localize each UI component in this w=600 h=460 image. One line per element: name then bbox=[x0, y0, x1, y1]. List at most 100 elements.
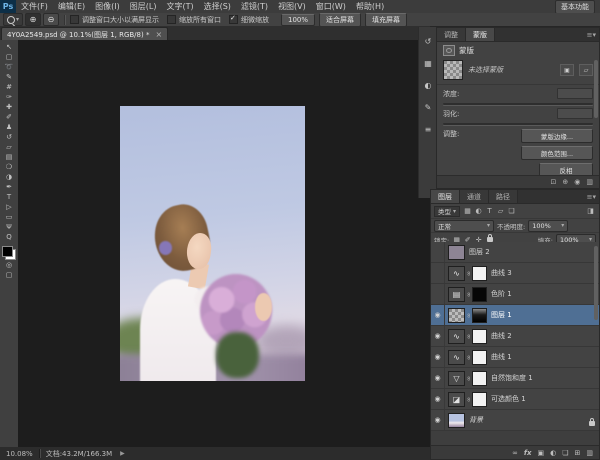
blur-tool[interactable]: ❍ bbox=[1, 162, 17, 172]
layer-thumbnail[interactable]: ▤ bbox=[448, 287, 465, 302]
layer-mask-thumbnail[interactable] bbox=[472, 329, 487, 344]
mask-link-icon[interactable]: ∞ bbox=[465, 333, 472, 340]
close-icon[interactable]: × bbox=[155, 30, 162, 39]
menu-item[interactable]: 窗口(W) bbox=[311, 1, 351, 12]
layer-visibility-toggle[interactable]: ◉ bbox=[431, 410, 445, 430]
layer-row[interactable]: ∿∞曲线 3 bbox=[431, 263, 599, 284]
mask-link-icon[interactable]: ∞ bbox=[465, 354, 472, 361]
shape-tool[interactable]: ▭ bbox=[1, 212, 17, 222]
layer-visibility-toggle[interactable] bbox=[431, 263, 445, 283]
dodge-tool[interactable]: ◑ bbox=[1, 172, 17, 182]
eyedropper-tool[interactable]: ✑ bbox=[1, 92, 17, 102]
path-selection-tool[interactable]: ▷ bbox=[1, 202, 17, 212]
layer-row[interactable]: ◉背景 bbox=[431, 410, 599, 431]
crop-tool[interactable]: # bbox=[1, 82, 17, 92]
gradient-tool[interactable]: ▤ bbox=[1, 152, 17, 162]
clone-stamp-tool[interactable]: ♟ bbox=[1, 122, 17, 132]
layer-visibility-toggle[interactable]: ◉ bbox=[431, 347, 445, 367]
tab-paths[interactable]: 路径 bbox=[489, 190, 518, 203]
scrollbar[interactable] bbox=[594, 246, 598, 320]
filter-smart-object-icon[interactable]: ❏ bbox=[506, 206, 517, 216]
tab-adjustments[interactable]: 调整 bbox=[437, 28, 466, 41]
density-value[interactable] bbox=[557, 88, 593, 99]
layer-row[interactable]: ◉∿∞曲线 2 bbox=[431, 326, 599, 347]
foreground-color-swatch[interactable] bbox=[2, 246, 13, 257]
layer-thumbnail[interactable] bbox=[448, 413, 465, 428]
menu-item[interactable]: 选择(S) bbox=[199, 1, 236, 12]
menu-item[interactable]: 图像(I) bbox=[90, 1, 125, 12]
add-pixel-mask-icon[interactable]: ▣ bbox=[560, 64, 574, 76]
layer-row[interactable]: ▤∞色阶 1 bbox=[431, 284, 599, 305]
zoom-all-windows-checkbox-box[interactable] bbox=[167, 15, 176, 24]
history-panel-icon[interactable]: ↺ bbox=[422, 36, 434, 46]
zoom-out-mode-button[interactable]: ⊖ bbox=[43, 13, 59, 26]
tab-channels[interactable]: 通道 bbox=[460, 190, 489, 203]
layer-thumbnail[interactable] bbox=[448, 308, 465, 323]
mask-link-icon[interactable]: ∞ bbox=[465, 291, 472, 298]
menu-item[interactable]: 视图(V) bbox=[273, 1, 311, 12]
mask-thumbnail[interactable] bbox=[443, 60, 463, 80]
marquee-tool[interactable]: ▢ bbox=[1, 52, 17, 62]
layer-visibility-toggle[interactable]: ◉ bbox=[431, 305, 445, 325]
add-layer-style-icon[interactable]: fx bbox=[524, 449, 532, 457]
swatches-panel-icon[interactable]: ▦ bbox=[422, 58, 434, 68]
canvas-area[interactable] bbox=[18, 40, 430, 447]
panel-menu-icon[interactable]: ≡▾ bbox=[587, 190, 599, 203]
hand-tool[interactable]: Ψ bbox=[1, 222, 17, 232]
layer-mask-thumbnail[interactable] bbox=[472, 266, 487, 281]
quick-selection-tool[interactable]: ✎ bbox=[1, 72, 17, 82]
eraser-tool[interactable]: ▱ bbox=[1, 142, 17, 152]
layer-visibility-toggle[interactable] bbox=[431, 242, 445, 262]
mask-edge-button[interactable]: 蒙版边缘... bbox=[521, 129, 593, 143]
new-layer-icon[interactable]: ⊞ bbox=[575, 449, 581, 457]
menu-item[interactable]: 文件(F) bbox=[16, 1, 53, 12]
filter-shape-icon[interactable]: ▱ bbox=[495, 206, 506, 216]
brush-tool[interactable]: ✐ bbox=[1, 112, 17, 122]
filter-pixel-icon[interactable]: ▦ bbox=[462, 206, 473, 216]
link-layers-icon[interactable]: ∞ bbox=[512, 449, 518, 457]
layer-visibility-toggle[interactable]: ◉ bbox=[431, 389, 445, 409]
menu-item[interactable]: 滤镜(T) bbox=[236, 1, 273, 12]
status-menu-arrow[interactable]: ▶ bbox=[120, 450, 125, 457]
add-vector-mask-icon[interactable]: ▱ bbox=[579, 64, 593, 76]
menu-item[interactable]: 图层(L) bbox=[125, 1, 162, 12]
scrubby-zoom-checkbox-box[interactable] bbox=[229, 15, 238, 24]
scrollbar[interactable] bbox=[594, 60, 598, 118]
lasso-tool[interactable]: ➰ bbox=[1, 62, 17, 72]
photo-document[interactable] bbox=[120, 106, 305, 381]
styles-panel-icon[interactable]: ✎ bbox=[422, 102, 434, 112]
menu-item[interactable]: 帮助(H) bbox=[351, 1, 389, 12]
load-selection-icon[interactable]: ⊡ bbox=[551, 178, 557, 186]
move-tool[interactable]: ↖ bbox=[1, 42, 17, 52]
disable-mask-icon[interactable]: ◉ bbox=[574, 178, 580, 186]
layer-mask-thumbnail[interactable] bbox=[472, 371, 487, 386]
filter-type-icon[interactable]: T bbox=[484, 206, 495, 216]
layer-thumbnail[interactable]: ◪ bbox=[448, 392, 465, 407]
layer-mask-thumbnail[interactable] bbox=[472, 287, 487, 302]
layer-row[interactable]: ◉∿∞曲线 1 bbox=[431, 347, 599, 368]
actual-pixels-button[interactable]: 100% bbox=[281, 14, 315, 26]
mask-link-icon[interactable]: ∞ bbox=[465, 270, 472, 277]
mask-link-icon[interactable]: ∞ bbox=[465, 396, 472, 403]
filter-adjustment-icon[interactable]: ◐ bbox=[473, 206, 484, 216]
fit-screen-button[interactable]: 适合屏幕 bbox=[319, 13, 361, 27]
panel-menu-icon[interactable]: ≡▾ bbox=[587, 28, 599, 41]
layer-visibility-toggle[interactable]: ◉ bbox=[431, 326, 445, 346]
layer-row[interactable]: 图层 2 bbox=[431, 242, 599, 263]
layer-thumbnail[interactable]: ▽ bbox=[448, 371, 465, 386]
document-tab[interactable]: 4Y0A2549.psd @ 10.1%(图层 1, RGB/8) * × bbox=[1, 27, 168, 41]
layer-thumbnail[interactable]: ∿ bbox=[448, 329, 465, 344]
layer-visibility-toggle[interactable] bbox=[431, 284, 445, 304]
scrubby-zoom-checkbox[interactable]: 细微缩放 bbox=[229, 15, 269, 25]
apply-mask-icon[interactable]: ⊕ bbox=[562, 178, 568, 186]
quick-mask-icon[interactable]: ◎ bbox=[1, 260, 17, 270]
zoom-tool-preset[interactable]: ▾ bbox=[3, 13, 23, 26]
zoom-all-windows-checkbox[interactable]: 缩放所有窗口 bbox=[167, 15, 221, 25]
fill-screen-button[interactable]: 填充屏幕 bbox=[365, 13, 407, 27]
filter-toggle-icon[interactable]: ◨ bbox=[585, 206, 596, 216]
zoom-tool[interactable]: Q bbox=[1, 232, 17, 242]
delete-mask-icon[interactable]: ▥ bbox=[586, 178, 593, 186]
blend-mode-dropdown[interactable]: 正常 ▾ bbox=[434, 220, 494, 232]
mask-link-icon[interactable]: ∞ bbox=[465, 312, 472, 319]
new-group-icon[interactable]: ❏ bbox=[562, 449, 568, 457]
